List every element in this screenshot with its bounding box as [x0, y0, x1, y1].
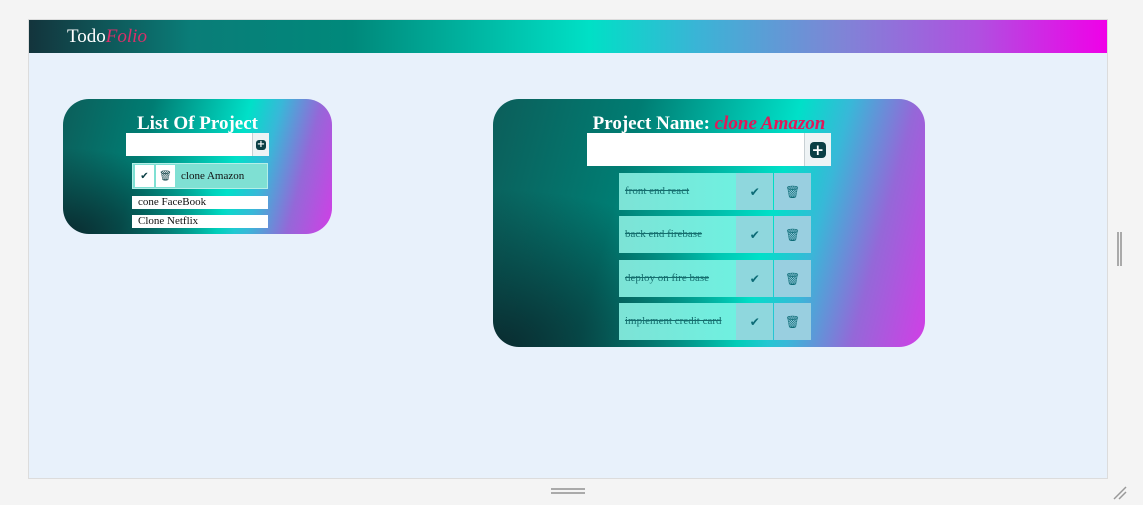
project-detail-title: Project Name: clone Amazon [493, 113, 925, 135]
project-item[interactable]: cone FaceBook [132, 196, 268, 209]
new-task-form: + [587, 133, 831, 166]
new-task-input[interactable] [587, 133, 804, 166]
task-label: front end react [619, 173, 737, 210]
trash-icon[interactable]: 🗑 [774, 260, 811, 297]
vertical-resize-handle[interactable] [1117, 232, 1122, 266]
task-label: deploy on fire base [619, 260, 737, 297]
project-list-title: List Of Project [137, 113, 258, 134]
task-item: implement credit card ✔ 🗑 [619, 303, 811, 340]
task-label: implement credit card [619, 303, 737, 340]
new-project-form: + [126, 133, 269, 156]
project-item-active[interactable]: ✔ 🗑 clone Amazon [132, 163, 268, 189]
project-name: clone Amazon [714, 113, 826, 134]
brand-folio: Folio [105, 26, 147, 47]
trash-icon[interactable]: 🗑 [774, 303, 811, 340]
project-name-prefix: Project Name: [592, 113, 710, 134]
check-icon[interactable]: ✔ [736, 173, 774, 210]
project-detail-panel: Project Name: clone Amazon + front end r… [493, 99, 925, 347]
project-list-panel: List Of Project + ✔ 🗑 clone Amazon cone … [63, 99, 332, 234]
task-item: front end react ✔ 🗑 [619, 173, 811, 210]
plus-square-icon: + [256, 138, 266, 150]
check-icon[interactable]: ✔ [135, 165, 154, 187]
brand-todo: Todo [67, 26, 106, 47]
brand-logo[interactable]: TodoFolio [67, 26, 147, 48]
task-item: back end firebase ✔ 🗑 [619, 216, 811, 253]
project-item[interactable]: Clone Netflix [132, 215, 268, 228]
task-label: back end firebase [619, 216, 737, 253]
trash-icon[interactable]: 🗑 [774, 173, 811, 210]
add-project-button[interactable]: + [252, 133, 269, 156]
navbar: TodoFolio [29, 20, 1107, 53]
trash-icon[interactable]: 🗑 [156, 165, 175, 187]
check-icon[interactable]: ✔ [736, 260, 774, 297]
horizontal-resize-handle[interactable] [551, 488, 585, 494]
project-item-label: clone Amazon [181, 170, 245, 182]
new-project-input[interactable] [126, 133, 252, 156]
plus-square-icon: + [809, 140, 826, 159]
app-window: TodoFolio List Of Project + ✔ 🗑 clone Am… [28, 19, 1108, 479]
task-item: deploy on fire base ✔ 🗑 [619, 260, 811, 297]
check-icon[interactable]: ✔ [736, 216, 774, 253]
add-task-button[interactable]: + [803, 133, 831, 166]
check-icon[interactable]: ✔ [736, 303, 774, 340]
trash-icon[interactable]: 🗑 [774, 216, 811, 253]
resize-corner-icon[interactable] [1112, 485, 1128, 501]
